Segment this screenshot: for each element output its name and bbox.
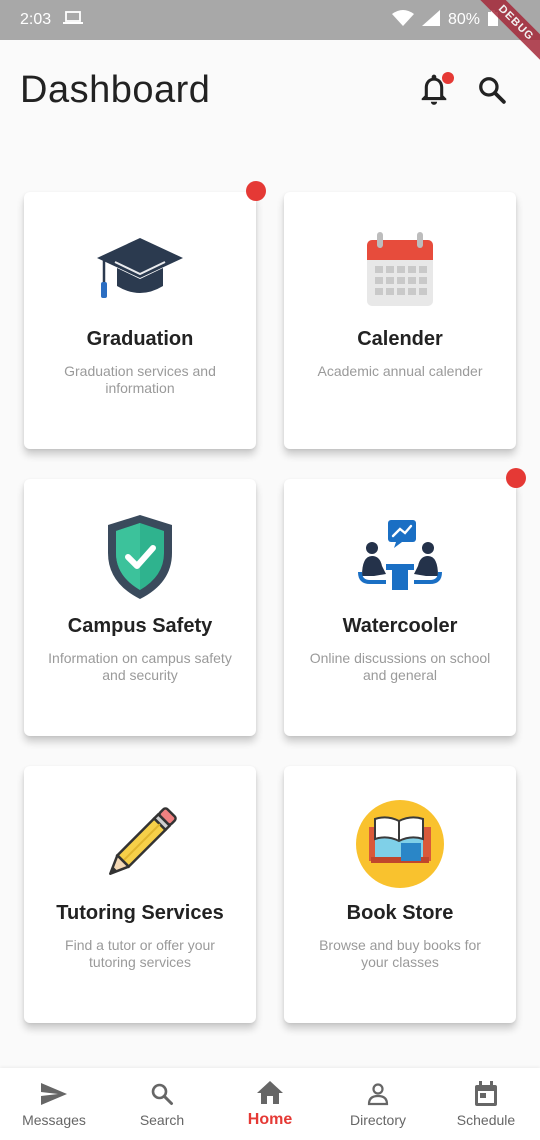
search-icon [148,1080,176,1108]
card-description: Find a tutor or offer your tutoring serv… [65,937,215,970]
search-icon [479,77,506,104]
calendar-day-icon [472,1080,500,1108]
nav-item-schedule[interactable]: Schedule [436,1080,536,1128]
card-title: Tutoring Services [56,902,224,924]
card-notification-dot [506,468,526,488]
send-icon [40,1080,68,1108]
card-title: Campus Safety [67,615,213,637]
card-notification-dot [246,181,266,201]
nav-label: Search [139,1112,185,1128]
home-icon [256,1079,284,1107]
search-button[interactable] [476,74,508,106]
notifications-button[interactable] [418,72,454,106]
bottom-navigation: Messages Search Home Directory Schedule [0,1068,540,1140]
dashboard-grid: Graduation Graduation services and infor… [24,181,526,1023]
card-title: Graduation [86,328,194,350]
book-store-icon [355,800,445,888]
pencil-icon [95,804,185,884]
card-description: Online discussions on school and general [309,650,491,683]
card-book-store[interactable]: Book Store Browse and buy books for your… [284,766,516,1023]
card-watercooler[interactable]: Watercooler Online discussions on school… [284,468,526,736]
nav-item-search[interactable]: Search [112,1080,212,1128]
card-calender[interactable]: Calender Academic annual calender [284,192,516,449]
nav-label: Messages [22,1112,86,1128]
page-title: Dashboard [20,68,211,111]
card-title: Calender [357,328,443,350]
person-icon [364,1080,392,1108]
nav-item-home[interactable]: Home [220,1079,320,1129]
status-time: 2:03 [20,11,52,28]
shield-icon [95,515,185,599]
laptop-icon [63,10,84,31]
card-description: Browse and buy books for your classes [319,937,481,970]
signal-icon [421,9,440,31]
card-campus-safety[interactable]: Campus Safety Information on campus safe… [24,479,256,736]
discussion-icon [355,517,445,597]
card-title: Watercooler [342,615,458,637]
card-description: Graduation services and information [64,363,216,396]
card-description: Information on campus safety and securit… [48,650,232,683]
status-bar: 2:03 80% DEBUG [0,0,540,64]
calendar-icon [355,230,445,310]
nav-label: Schedule [456,1112,516,1128]
wifi-icon [391,9,414,31]
card-title: Book Store [346,902,454,924]
nav-item-messages[interactable]: Messages [4,1080,104,1128]
nav-label: Home [247,1111,293,1128]
nav-item-directory[interactable]: Directory [328,1080,428,1128]
card-tutoring-services[interactable]: Tutoring Services Find a tutor or offer … [24,766,256,1023]
card-description: Academic annual calender [317,363,483,379]
graduation-cap-icon [95,230,185,310]
notification-badge [442,72,454,84]
nav-label: Directory [349,1112,406,1128]
dashboard-screen: 2:03 80% DEBUG Dashboard Graduation Grad… [0,0,540,1140]
card-graduation[interactable]: Graduation Graduation services and infor… [24,181,266,449]
app-header: Dashboard [0,40,540,140]
